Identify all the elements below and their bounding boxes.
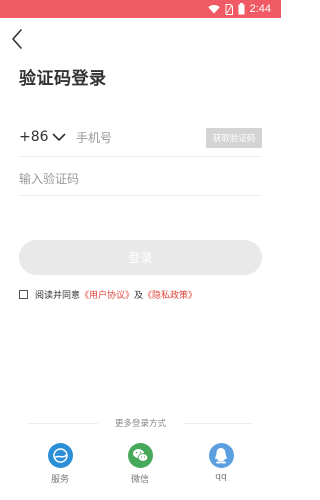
user-agreement-link[interactable]: 《用户协议》 — [80, 288, 134, 301]
wechat-login-button[interactable]: 微信 — [120, 443, 160, 485]
phone-row: +86 获取验证码 — [19, 119, 262, 157]
get-code-button[interactable]: 获取验证码 — [206, 128, 262, 148]
page-title: 验证码登录 — [19, 69, 107, 89]
login-button[interactable]: 登录 — [19, 240, 262, 275]
agreement-and: 及 — [134, 291, 144, 301]
agreement-prefix: 阅读并同意 — [35, 291, 81, 301]
qq-login-button[interactable]: qq — [201, 443, 241, 482]
status-time: 2:44 — [249, 3, 271, 15]
country-code-selector[interactable]: +86 — [19, 129, 66, 145]
wifi-icon — [207, 5, 220, 14]
back-button[interactable] — [8, 27, 28, 51]
qq-icon — [208, 443, 234, 468]
status-bar: 2:44 — [0, 0, 281, 18]
verification-code-input[interactable] — [19, 169, 219, 189]
agreement-checkbox[interactable] — [19, 290, 28, 299]
phone-input[interactable] — [76, 127, 196, 149]
wechat-label: 微信 — [130, 475, 149, 485]
chevron-left-icon — [12, 29, 22, 49]
chevron-down-icon — [51, 133, 66, 141]
wechat-icon — [127, 443, 153, 468]
status-icons: 2:44 — [207, 2, 271, 16]
sim-icon — [225, 3, 233, 15]
service-login-button[interactable]: 服务 — [40, 443, 80, 485]
more-login-divider: 更多登录方式 — [28, 417, 253, 429]
agreement-row: 阅读并同意 《用户协议》 及 《隐私政策》 — [19, 288, 197, 301]
code-row — [19, 160, 262, 196]
divider-line-right — [183, 423, 253, 424]
qq-label: qq — [215, 472, 227, 482]
service-label: 服务 — [50, 475, 69, 485]
country-code-label: +86 — [19, 129, 49, 145]
service-icon — [47, 443, 73, 468]
battery-icon — [238, 3, 245, 15]
privacy-policy-link[interactable]: 《隐私政策》 — [143, 288, 197, 301]
